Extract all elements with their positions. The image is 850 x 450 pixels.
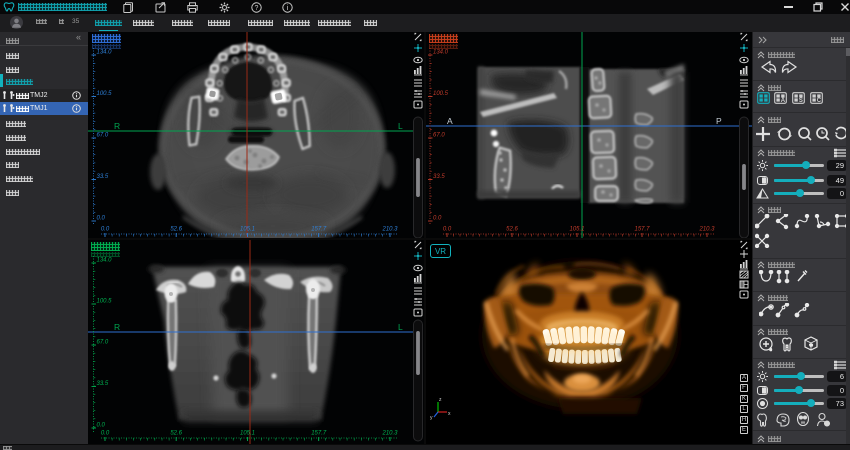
svg-text:0.0: 0.0: [433, 216, 442, 222]
svg-text:157.7: 157.7: [311, 431, 327, 437]
svg-text:0.0: 0.0: [443, 227, 452, 233]
svg-text:134.0: 134.0: [97, 50, 113, 56]
svg-text:52.6: 52.6: [170, 227, 182, 233]
svg-text:0.0: 0.0: [101, 227, 110, 233]
svg-text:A: A: [781, 98, 786, 104]
svg-text:C: C: [816, 98, 821, 104]
svg-text:0.0: 0.0: [97, 423, 106, 429]
svg-text:210.3: 210.3: [698, 227, 715, 233]
svg-text:105.1: 105.1: [569, 227, 584, 233]
svg-text:33.5: 33.5: [433, 174, 445, 180]
svg-text:157.7: 157.7: [634, 227, 650, 233]
svg-text:157.7: 157.7: [311, 227, 327, 233]
svg-text:0.0: 0.0: [97, 216, 106, 222]
svg-text:52.6: 52.6: [170, 431, 182, 437]
svg-text:105.1: 105.1: [240, 431, 255, 437]
svg-text:67.0: 67.0: [97, 133, 109, 139]
svg-text:?: ?: [255, 5, 259, 12]
svg-text:A: A: [447, 116, 453, 126]
svg-text:S: S: [798, 98, 802, 104]
svg-text:105.1: 105.1: [240, 227, 255, 233]
svg-text:P: P: [716, 116, 722, 126]
svg-text:y: y: [430, 415, 433, 421]
svg-text:52.6: 52.6: [506, 227, 518, 233]
svg-text:100.5: 100.5: [97, 299, 113, 305]
svg-text:134.0: 134.0: [97, 258, 113, 264]
svg-text:67.0: 67.0: [97, 340, 109, 346]
svg-text:0.0: 0.0: [101, 431, 110, 437]
svg-text:210.3: 210.3: [381, 227, 398, 233]
svg-text:x: x: [448, 411, 451, 417]
svg-text:33.5: 33.5: [97, 381, 109, 387]
svg-text:100.5: 100.5: [97, 91, 113, 97]
svg-text:R: R: [114, 121, 120, 131]
svg-text:i: i: [287, 3, 289, 12]
svg-text:134.0: 134.0: [433, 50, 449, 56]
svg-text:100.5: 100.5: [433, 91, 449, 97]
svg-text:33.5: 33.5: [97, 174, 109, 180]
svg-text:210.3: 210.3: [381, 431, 398, 437]
svg-text:L: L: [398, 121, 403, 131]
svg-text:67.0: 67.0: [433, 133, 445, 139]
svg-text:L: L: [398, 322, 403, 332]
svg-text:R: R: [114, 322, 120, 332]
svg-text:z: z: [439, 397, 442, 403]
